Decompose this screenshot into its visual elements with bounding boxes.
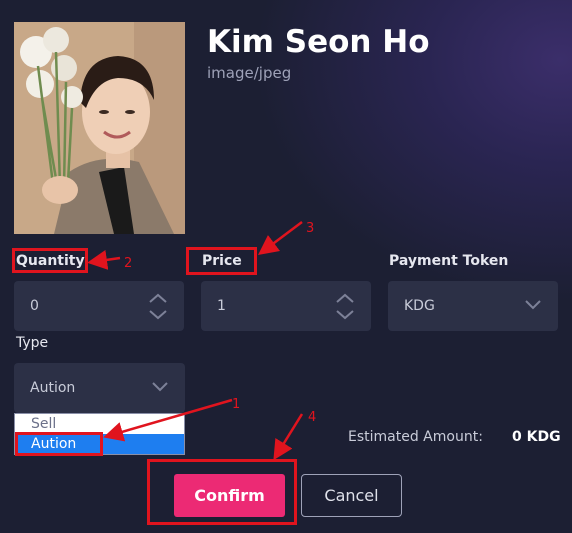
annotation-number-2: 2 <box>124 256 133 271</box>
nft-title: Kim Seon Ho <box>207 24 430 60</box>
price-value: 1 <box>217 298 226 314</box>
price-stepper[interactable] <box>333 289 357 323</box>
chevron-down-icon <box>524 298 542 314</box>
chevron-up-icon <box>336 293 354 303</box>
annotation-arrow-2 <box>87 249 121 270</box>
quantity-input[interactable]: 0 <box>14 281 184 331</box>
chevron-down-icon <box>151 380 169 396</box>
quantity-stepper[interactable] <box>146 289 170 323</box>
payment-token-label: Payment Token <box>389 253 509 269</box>
annotation-number-1: 1 <box>232 397 241 412</box>
annotation-arrow-4 <box>273 413 304 461</box>
price-input[interactable]: 1 <box>201 281 371 331</box>
type-option-sell[interactable]: Sell <box>15 414 184 434</box>
estimated-amount-value: 0 KDG <box>512 429 561 445</box>
annotation-box-aution <box>15 432 103 456</box>
quantity-value: 0 <box>30 298 39 314</box>
nft-mime-type: image/jpeg <box>207 64 292 82</box>
payment-token-select[interactable]: KDG <box>388 281 558 331</box>
chevron-up-icon <box>149 293 167 303</box>
estimated-amount-label: Estimated Amount: <box>348 429 483 445</box>
type-select[interactable]: Aution <box>14 363 185 413</box>
annotation-box-quantity <box>12 248 88 273</box>
annotation-number-4: 4 <box>308 410 317 425</box>
annotation-box-price <box>186 247 257 275</box>
annotation-arrow-3 <box>258 221 303 255</box>
cancel-button[interactable]: Cancel <box>301 474 402 517</box>
type-label: Type <box>16 335 49 351</box>
chevron-down-icon <box>336 310 354 320</box>
payment-token-value: KDG <box>404 298 435 314</box>
nft-image <box>14 22 185 234</box>
annotation-number-3: 3 <box>306 221 315 236</box>
type-value: Aution <box>30 380 76 396</box>
chevron-down-icon <box>149 310 167 320</box>
annotation-box-confirm <box>147 459 297 525</box>
